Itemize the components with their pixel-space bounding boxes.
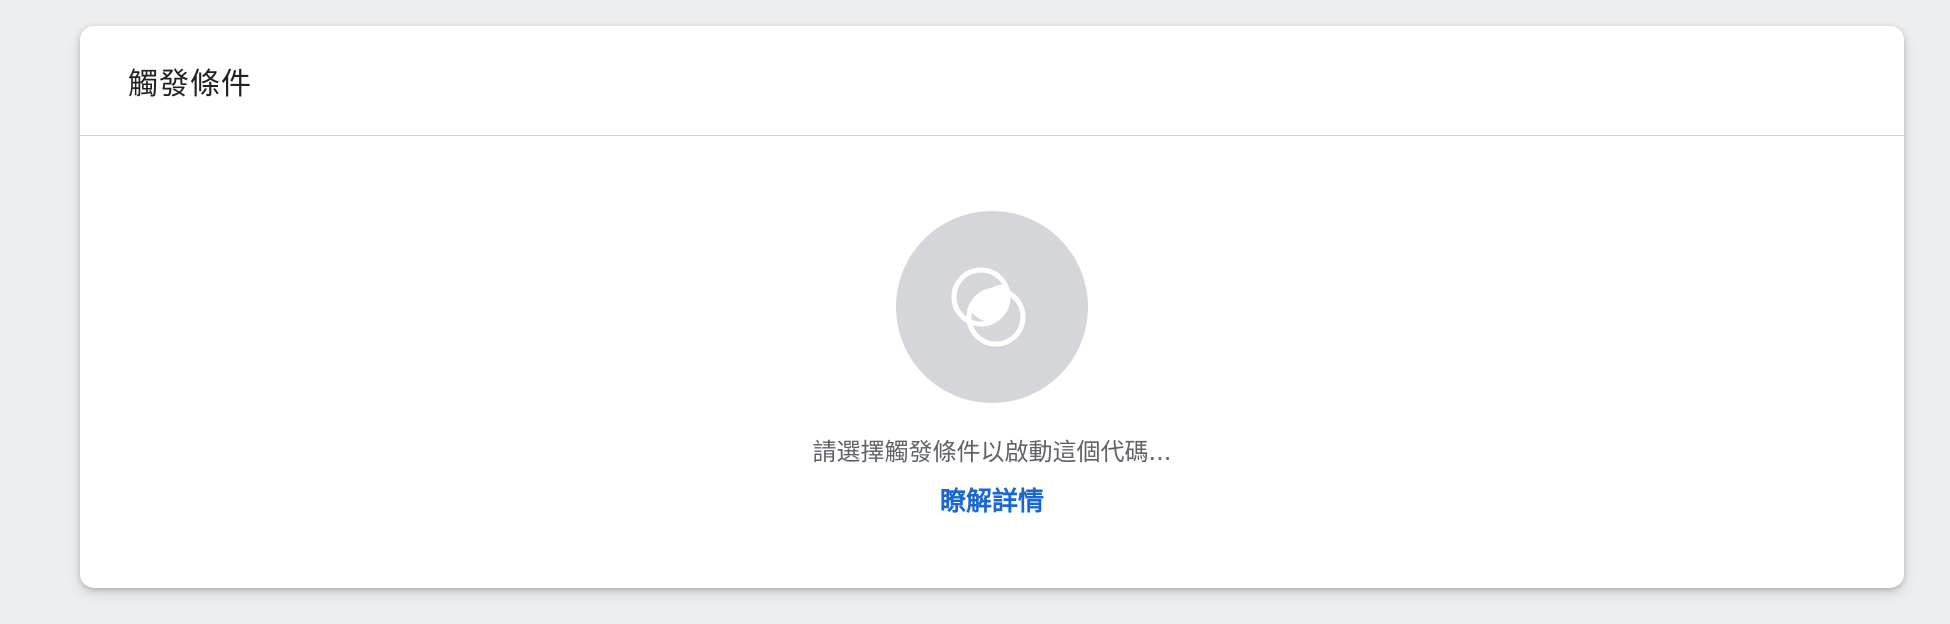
learn-more-link[interactable]: 瞭解詳情	[80, 481, 1904, 518]
empty-state-message: 請選擇觸發條件以啟動這個代碼...	[812, 438, 1172, 466]
card-title: 觸發條件	[128, 66, 252, 102]
triggering-card[interactable]: 觸發條件 請選擇觸發條件以啟動這個代碼... 瞭解詳情	[80, 26, 1904, 588]
trigger-icon	[951, 267, 1026, 347]
card-header: 觸發條件	[80, 26, 1904, 136]
trigger-placeholder[interactable]	[896, 211, 1088, 403]
card-body[interactable]: 請選擇觸發條件以啟動這個代碼... 瞭解詳情	[80, 136, 1904, 588]
